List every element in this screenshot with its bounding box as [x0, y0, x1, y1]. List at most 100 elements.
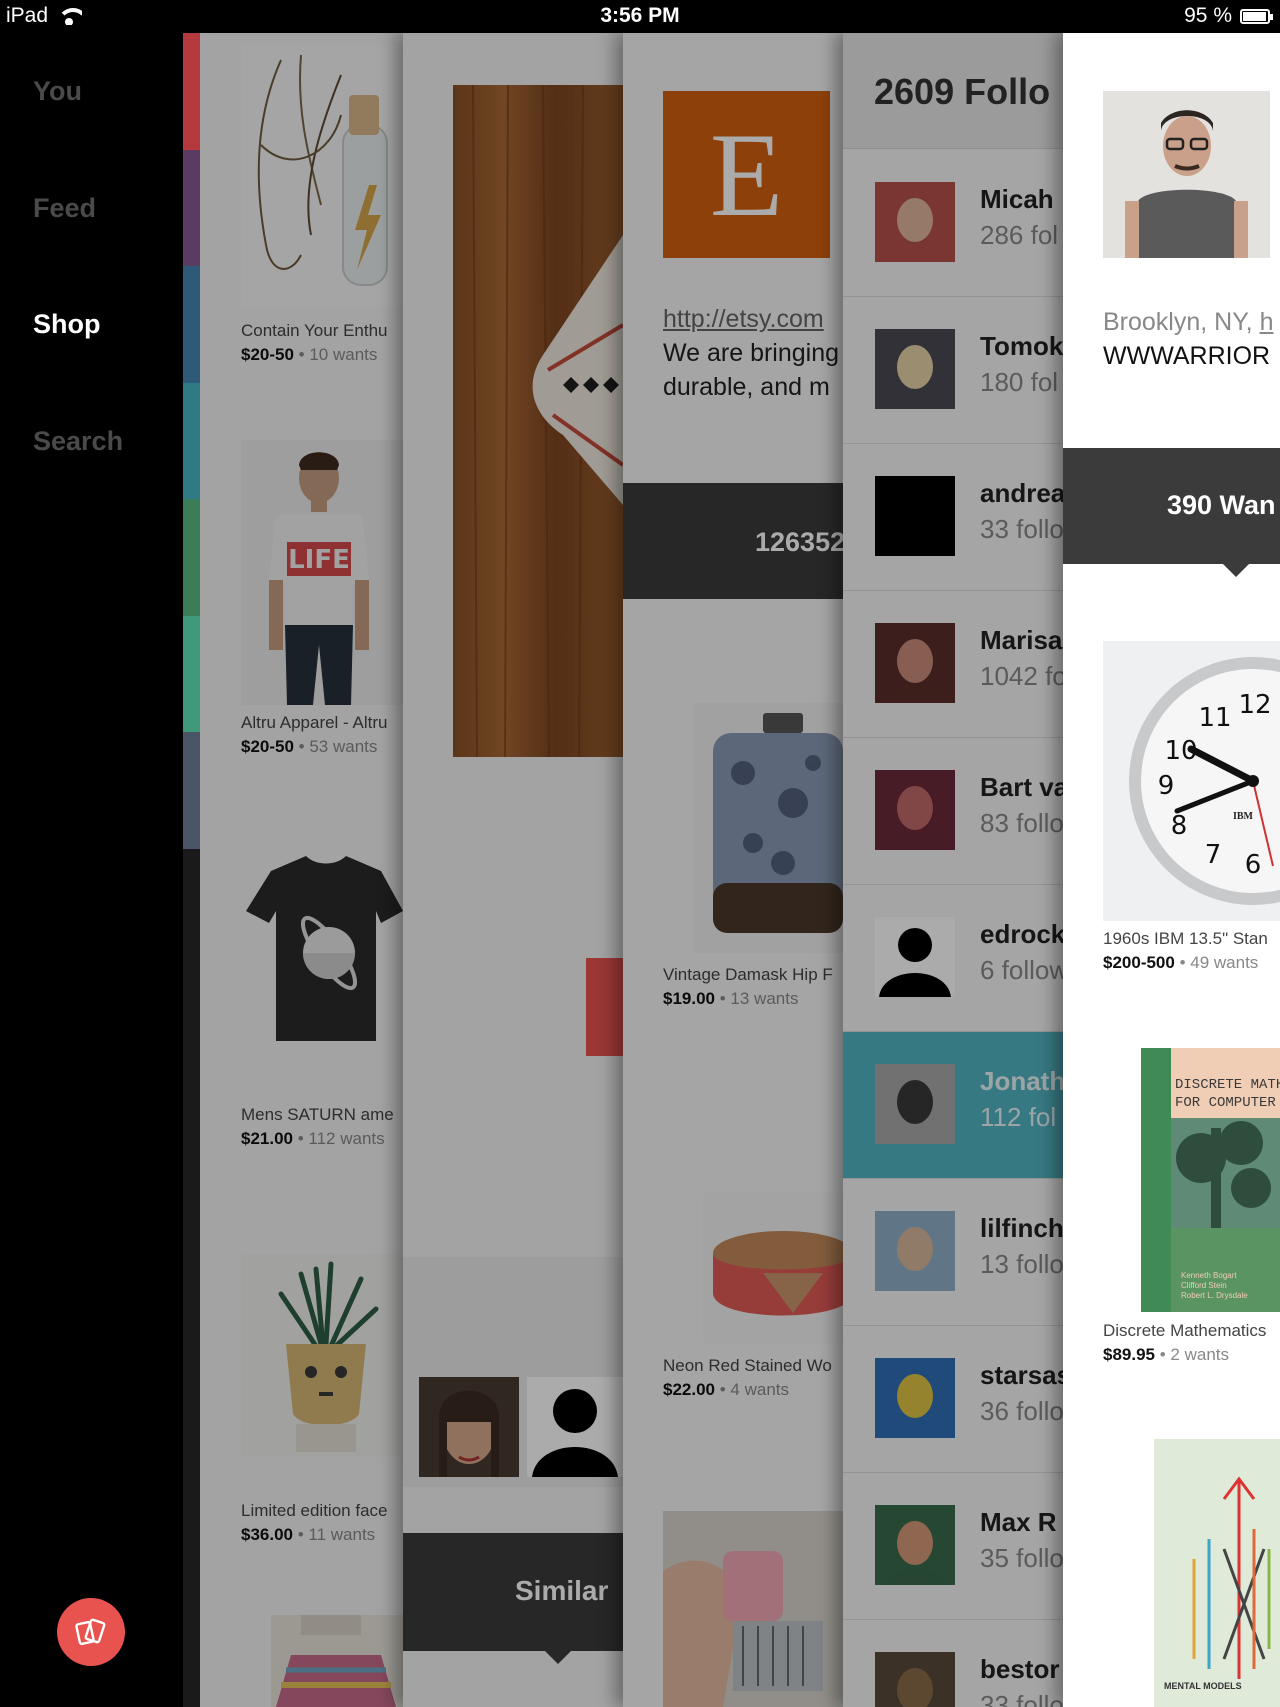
avatar-placeholder[interactable]: [527, 1377, 623, 1477]
profile-link[interactable]: h: [1260, 308, 1274, 336]
product-title[interactable]: Neon Red Stained Wo: [663, 1356, 832, 1376]
shop-url-link[interactable]: http://etsy.com: [663, 305, 824, 334]
follower-count: 13 follo: [980, 1249, 1063, 1279]
product-title[interactable]: Contain Your Enthu: [241, 321, 388, 341]
follower-row[interactable]: Marisa 1042 fo: [843, 591, 1063, 738]
follower-name: Marisa: [980, 625, 1063, 655]
shop-count-tab[interactable]: 126352: [623, 483, 843, 599]
product-meta: $22.00 • 4 wants: [663, 1380, 789, 1399]
follower-row[interactable]: Max R 35 follo: [843, 1473, 1063, 1620]
follower-name: Jonath: [980, 1066, 1063, 1096]
avatar[interactable]: [875, 182, 955, 262]
follower-count: 112 fol: [980, 1102, 1057, 1132]
follower-row[interactable]: Jonath 112 fol: [843, 1032, 1063, 1179]
avatar[interactable]: [875, 329, 955, 409]
follower-name: Bart va: [980, 772, 1063, 802]
profile-bio: WWWARRIOR: [1103, 342, 1271, 370]
color-strip-segment: [183, 499, 200, 616]
follower-row[interactable]: edrock 6 follow: [843, 885, 1063, 1032]
color-strip-segment: [183, 615, 200, 732]
follower-row[interactable]: lilfinch 13 follo: [843, 1179, 1063, 1326]
product-image-flask[interactable]: [693, 703, 843, 953]
follower-row[interactable]: bestor 33 follo: [843, 1620, 1063, 1707]
product-image-wood-mittens[interactable]: [453, 85, 623, 757]
product-image-tshirt[interactable]: LIFE: [241, 440, 403, 705]
tab-caret: [1223, 564, 1249, 577]
similar-people-area: [403, 1257, 623, 1487]
similar-tab[interactable]: Similar: [403, 1533, 623, 1651]
product-image-clock[interactable]: 11 12 10 9 876 IBM: [1103, 641, 1280, 921]
avatar[interactable]: [875, 770, 955, 850]
avatar[interactable]: [875, 1358, 955, 1438]
follower-count: 35 follo: [980, 1543, 1063, 1573]
product-title[interactable]: Vintage Damask Hip F: [663, 965, 833, 985]
follower-row[interactable]: Micah 286 fol: [843, 150, 1063, 297]
follower-row[interactable]: starsas 36 follo: [843, 1326, 1063, 1473]
battery-percent: 95 %: [1184, 4, 1232, 27]
avatar[interactable]: [875, 476, 955, 556]
nav-item-feed[interactable]: Feed: [33, 193, 96, 224]
followers-title: 2609 Follo: [874, 71, 1051, 112]
shop-count: 126352: [755, 527, 843, 557]
avatar[interactable]: [875, 1064, 955, 1144]
product-title[interactable]: Limited edition face: [241, 1501, 387, 1521]
product-meta: $20-50 • 53 wants: [241, 737, 378, 756]
avatar[interactable]: [875, 917, 955, 997]
nav-item-search[interactable]: Search: [33, 426, 123, 457]
avatar[interactable]: [875, 1505, 955, 1585]
avatar[interactable]: [875, 1652, 955, 1707]
follower-name: andrea: [980, 478, 1063, 508]
product-image-planter[interactable]: [241, 1254, 403, 1457]
follower-row[interactable]: Tomok 180 fol: [843, 297, 1063, 444]
product-title[interactable]: Altru Apparel - Altru: [241, 713, 387, 733]
product-image-stamp[interactable]: [663, 1511, 843, 1707]
follower-name: edrock: [980, 919, 1063, 949]
svg-text:FOR COMPUTER SCI: FOR COMPUTER SCI: [1175, 1095, 1280, 1111]
color-strip-segment: [183, 266, 200, 383]
product-image-bangle[interactable]: [703, 1193, 843, 1343]
svg-text:12: 12: [1238, 690, 1271, 720]
product-image-book[interactable]: DISCRETE MATHEMAT FOR COMPUTER SCI Kenne…: [1141, 1048, 1280, 1312]
product-title[interactable]: 1960s IBM 13.5" Stan: [1103, 929, 1268, 949]
follower-row[interactable]: andrea 33 follo: [843, 444, 1063, 591]
shop-description-line: We are bringing: [663, 339, 840, 367]
tab-caret: [545, 1651, 571, 1664]
wants-tab-label: 390 Wan: [1167, 490, 1276, 520]
sidebar: You Feed Shop Search: [0, 33, 183, 1707]
product-image-saturn-tee[interactable]: [241, 841, 403, 1091]
follower-count: 180 fol: [980, 367, 1059, 397]
shop-logo[interactable]: E: [663, 91, 830, 258]
product-image-necklace[interactable]: [241, 45, 403, 307]
color-strip-segment: [183, 149, 200, 266]
nav-item-you[interactable]: You: [33, 76, 82, 107]
nav-item-shop[interactable]: Shop: [33, 309, 101, 340]
follower-name: lilfinch: [980, 1213, 1063, 1243]
product-meta: $36.00 • 11 wants: [241, 1525, 376, 1544]
product-title[interactable]: Discrete Mathematics: [1103, 1321, 1266, 1341]
product-image-skirt[interactable]: [271, 1615, 403, 1707]
follower-name: Micah: [980, 184, 1054, 214]
clock: 3:56 PM: [600, 4, 680, 27]
product-image-book-2[interactable]: MENTAL MODELS: [1154, 1439, 1280, 1707]
profile-photo[interactable]: [1103, 91, 1270, 258]
avatar[interactable]: [875, 1211, 955, 1291]
svg-text:8: 8: [1171, 811, 1188, 841]
follower-name: Tomok: [980, 331, 1063, 361]
svg-text:Kenneth Bogart: Kenneth Bogart: [1181, 1271, 1237, 1280]
follower-name: bestor: [980, 1654, 1060, 1684]
follower-row[interactable]: Bart va 83 follo: [843, 738, 1063, 885]
svg-text:MENTAL MODELS: MENTAL MODELS: [1164, 1681, 1242, 1691]
follower-name: Max R: [980, 1507, 1057, 1537]
shop-detail-panel: E http://etsy.com We are bringing durabl…: [623, 33, 843, 1707]
product-title[interactable]: Mens SATURN ame: [241, 1105, 394, 1125]
follower-count: 1042 fo: [980, 661, 1063, 691]
svg-text:Robert L. Drysdale: Robert L. Drysdale: [1181, 1291, 1248, 1300]
avatar[interactable]: [875, 623, 955, 703]
color-strip-segment: [183, 732, 200, 849]
wants-tab[interactable]: 390 Wan: [1063, 448, 1280, 564]
svg-text:LIFE: LIFE: [288, 545, 350, 575]
compose-button[interactable]: [57, 1598, 125, 1666]
red-tab[interactable]: [586, 958, 623, 1056]
product-meta: $20-50 • 10 wants: [241, 345, 378, 364]
avatar[interactable]: [419, 1377, 519, 1477]
